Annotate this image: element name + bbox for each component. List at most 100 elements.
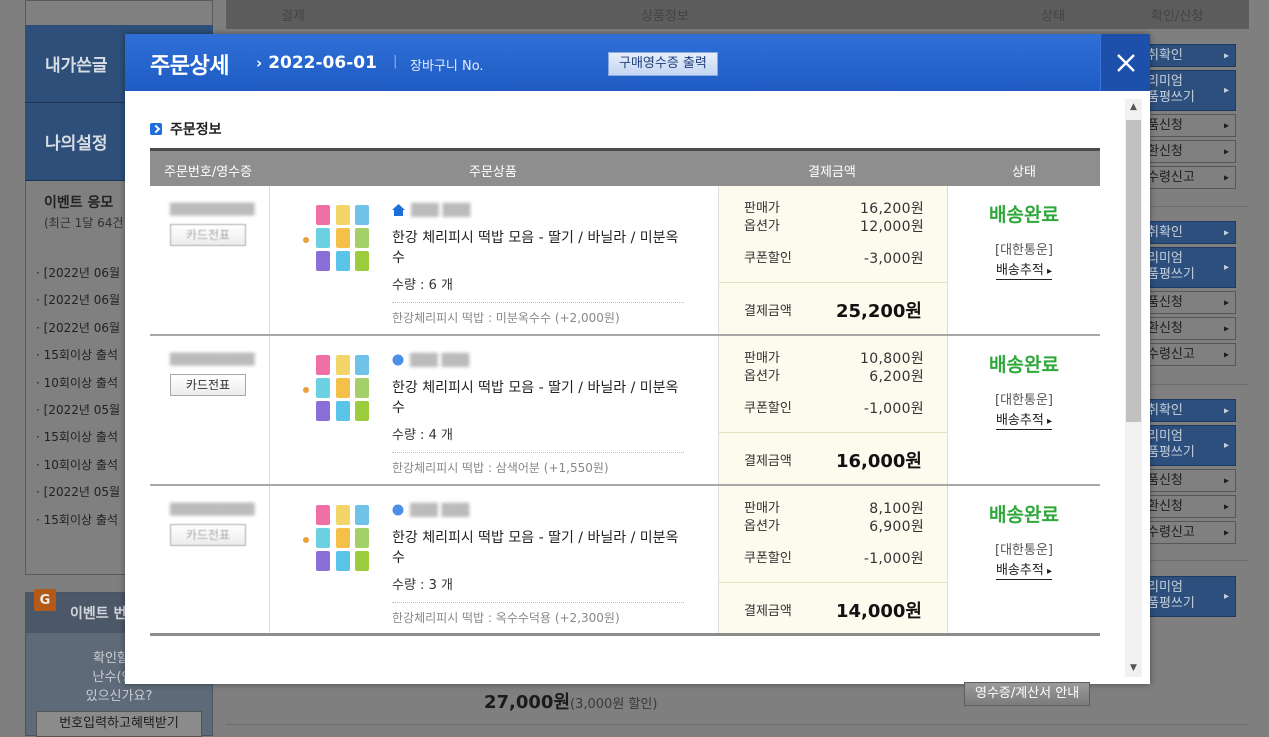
list-item[interactable]: · 10회이상 출석 — [36, 374, 120, 401]
scroll-up-icon[interactable]: ▲ — [1125, 99, 1142, 116]
cart-label: 장바구니 No. — [410, 59, 484, 74]
bg-col-status: 상태 — [1041, 9, 1065, 24]
card-slip-button[interactable]: 카드전표 — [170, 374, 246, 396]
list-item-label: 15회이상 출석 — [43, 512, 118, 527]
arrow-square-icon — [150, 123, 162, 135]
track-delivery-link[interactable]: 배송추적 — [995, 564, 1053, 580]
list-item[interactable]: · 15회이상 출석 — [36, 428, 120, 455]
option-price-label: 옵션가 — [744, 219, 780, 234]
product-name[interactable]: 한강 체리피시 떡밥 모음 - 딸기 / 바닐라 / 미분옥수 — [392, 528, 684, 568]
modal-title: 주문상세 — [150, 54, 229, 79]
order-detail-modal: 주문상세 2022-06-01 | 장바구니 No. 구매영수증 출력 주문정보… — [125, 34, 1150, 706]
list-item[interactable]: · [2022년 06월 — [36, 291, 120, 318]
close-button[interactable] — [1100, 34, 1150, 91]
bg-action-button[interactable]: 취확인 — [1136, 399, 1236, 422]
coupon-line: 쿠폰할인 -3,000원 — [744, 250, 924, 268]
option-price-value: 6,200원 — [869, 369, 924, 385]
seller[interactable]: ███ ███ — [392, 350, 684, 370]
option-price-line: 옵션가 6,900원 — [744, 518, 924, 536]
list-item[interactable]: · [2022년 05월 — [36, 483, 120, 510]
product-info: ███ ███ 한강 체리피시 떡밥 모음 - 딸기 / 바닐라 / 미분옥수 … — [392, 200, 684, 326]
product-name[interactable]: 한강 체리피시 떡밥 모음 - 딸기 / 바닐라 / 미분옥수 — [392, 228, 684, 268]
product-thumbnail[interactable] — [298, 502, 370, 574]
list-item-label: [2022년 05월 — [43, 402, 121, 417]
product-thumbnail[interactable] — [298, 352, 370, 424]
payment-cell: 판매가 8,100원 옵션가 6,900원 쿠폰할인 -1,000원 결제금액 14,0… — [718, 486, 948, 633]
status-cell: 배송완료 [대한통운] 배송추적 — [948, 486, 1100, 633]
payment-cell: 판매가 10,800원 옵션가 6,200원 쿠폰할인 -1,000원 결제금액 16,… — [718, 336, 948, 484]
seller[interactable]: ███ ███ — [392, 200, 684, 220]
payment-total-value: 14,000원 — [835, 600, 922, 622]
card-slip-button[interactable]: 카드전표 — [170, 524, 246, 546]
print-receipt-button[interactable]: 구매영수증 출력 — [608, 52, 718, 76]
sale-price-line: 판매가 10,800원 — [744, 350, 924, 368]
product-info: ███ ███ 한강 체리피시 떡밥 모음 - 딸기 / 바닐라 / 미분옥수 … — [392, 350, 684, 476]
bg-action-button[interactable]: 품신청 — [1136, 291, 1236, 314]
list-item[interactable]: · [2022년 05월 — [36, 401, 120, 428]
bg-action-button[interactable]: 품신청 — [1136, 114, 1236, 137]
status-badge: 배송완료 — [989, 354, 1059, 376]
list-item[interactable]: · [2022년 06월 — [36, 264, 120, 291]
bg-action-button[interactable]: 품신청 — [1136, 469, 1236, 492]
option-text: 한강체리피시 떡밥 : 삼색어분 (+1,550원) — [392, 452, 684, 476]
bg-action-button[interactable]: 리미엄 품평쓰기 — [1136, 247, 1236, 288]
order-number-cell: ██████████ 카드전표 — [150, 186, 270, 334]
header-order-no: 주문번호/영수증 — [164, 165, 253, 180]
coupon-value: -1,000원 — [863, 551, 924, 567]
sale-price-value: 10,800원 — [860, 351, 924, 367]
track-delivery-link[interactable]: 배송추적 — [995, 414, 1053, 430]
payment-total-value: 16,000원 — [835, 450, 922, 472]
bg-action-button[interactable]: 리미엄 품평쓰기 — [1136, 425, 1236, 466]
track-delivery-link[interactable]: 배송추적 — [995, 264, 1053, 280]
scroll-down-icon[interactable]: ▼ — [1125, 660, 1142, 677]
option-price-line: 옵션가 6,200원 — [744, 368, 924, 386]
quantity: 수량 : 6 개 — [392, 278, 453, 293]
bg-action-button[interactable]: 환신청 — [1136, 317, 1236, 340]
coupon-value: -1,000원 — [863, 401, 924, 417]
sale-price-line: 판매가 16,200원 — [744, 200, 924, 218]
status-badge: 배송완료 — [989, 204, 1059, 226]
bg-action-button[interactable]: 수령신고 — [1136, 166, 1236, 189]
payment-lines: 판매가 16,200원 옵션가 12,000원 쿠폰할인 -3,000원 — [744, 200, 924, 268]
coupon-value: -3,000원 — [863, 251, 924, 267]
bg-bottom-price-value: 27,000원 — [484, 692, 571, 713]
enter-number-button[interactable]: 번호입력하고혜택받기 — [36, 711, 202, 737]
sale-price-label: 판매가 — [744, 201, 780, 216]
quantity: 수량 : 4 개 — [392, 428, 453, 443]
list-item-label: [2022년 06월 — [43, 320, 121, 335]
order-number: ██████████ — [170, 203, 255, 216]
bg-action-button[interactable]: 수령신고 — [1136, 343, 1236, 366]
bg-action-button[interactable]: 리미엄 품평쓰기 — [1136, 70, 1236, 111]
list-item[interactable]: · 15회이상 출석 — [36, 346, 120, 373]
cart-number: 장바구니 No. — [410, 55, 488, 74]
table-row: ██████████ 카드전표 ███ ███ 한강 체리피시 떡밥 모음 - … — [150, 186, 1100, 336]
bg-action-button[interactable]: 환신청 — [1136, 495, 1236, 518]
bg-action-button[interactable]: 수령신고 — [1136, 521, 1236, 544]
list-item[interactable]: · 15회이상 출석 — [36, 511, 120, 538]
list-item[interactable]: · [2022년 06월 — [36, 319, 120, 346]
product-name[interactable]: 한강 체리피시 떡밥 모음 - 딸기 / 바닐라 / 미분옥수 — [392, 378, 684, 418]
payment-total-label: 결제금액 — [744, 604, 792, 619]
bg-bottom-price: 27,000원(3,000원 할인) — [484, 688, 657, 714]
receipt-info-button[interactable]: 영수증/계산서 안내 — [964, 682, 1091, 706]
bg-action-button[interactable]: 취확인 — [1136, 44, 1236, 67]
bg-action-button[interactable]: 취확인 — [1136, 221, 1236, 244]
section-title-label: 주문정보 — [170, 122, 222, 138]
sale-price-value: 8,100원 — [869, 501, 924, 517]
coupon-label: 쿠폰할인 — [744, 551, 792, 566]
list-item[interactable]: · 10회이상 출석 — [36, 456, 120, 483]
card-slip-button[interactable]: 카드전표 — [170, 224, 246, 246]
payment-total-value: 25,200원 — [835, 300, 922, 322]
option-price-value: 6,900원 — [869, 519, 924, 535]
vertical-scrollbar[interactable]: ▲ ▼ — [1125, 99, 1142, 677]
carrier: [대한통운] — [995, 243, 1053, 258]
table-row: ██████████ 카드전표 ███ ███ 한강 체리피시 떡밥 모음 - … — [150, 336, 1100, 486]
bg-action-button[interactable]: 리미엄 품평쓰기 — [1136, 576, 1236, 617]
seller[interactable]: ███ ███ — [392, 500, 684, 520]
scroll-thumb[interactable] — [1126, 120, 1141, 422]
bg-action-button[interactable]: 환신청 — [1136, 140, 1236, 163]
product-thumbnail[interactable] — [298, 202, 370, 274]
product-info: ███ ███ 한강 체리피시 떡밥 모음 - 딸기 / 바닐라 / 미분옥수 … — [392, 500, 684, 626]
modal-header: 주문상세 2022-06-01 | 장바구니 No. 구매영수증 출력 — [125, 34, 1150, 91]
carrier: [대한통운] — [995, 393, 1053, 408]
